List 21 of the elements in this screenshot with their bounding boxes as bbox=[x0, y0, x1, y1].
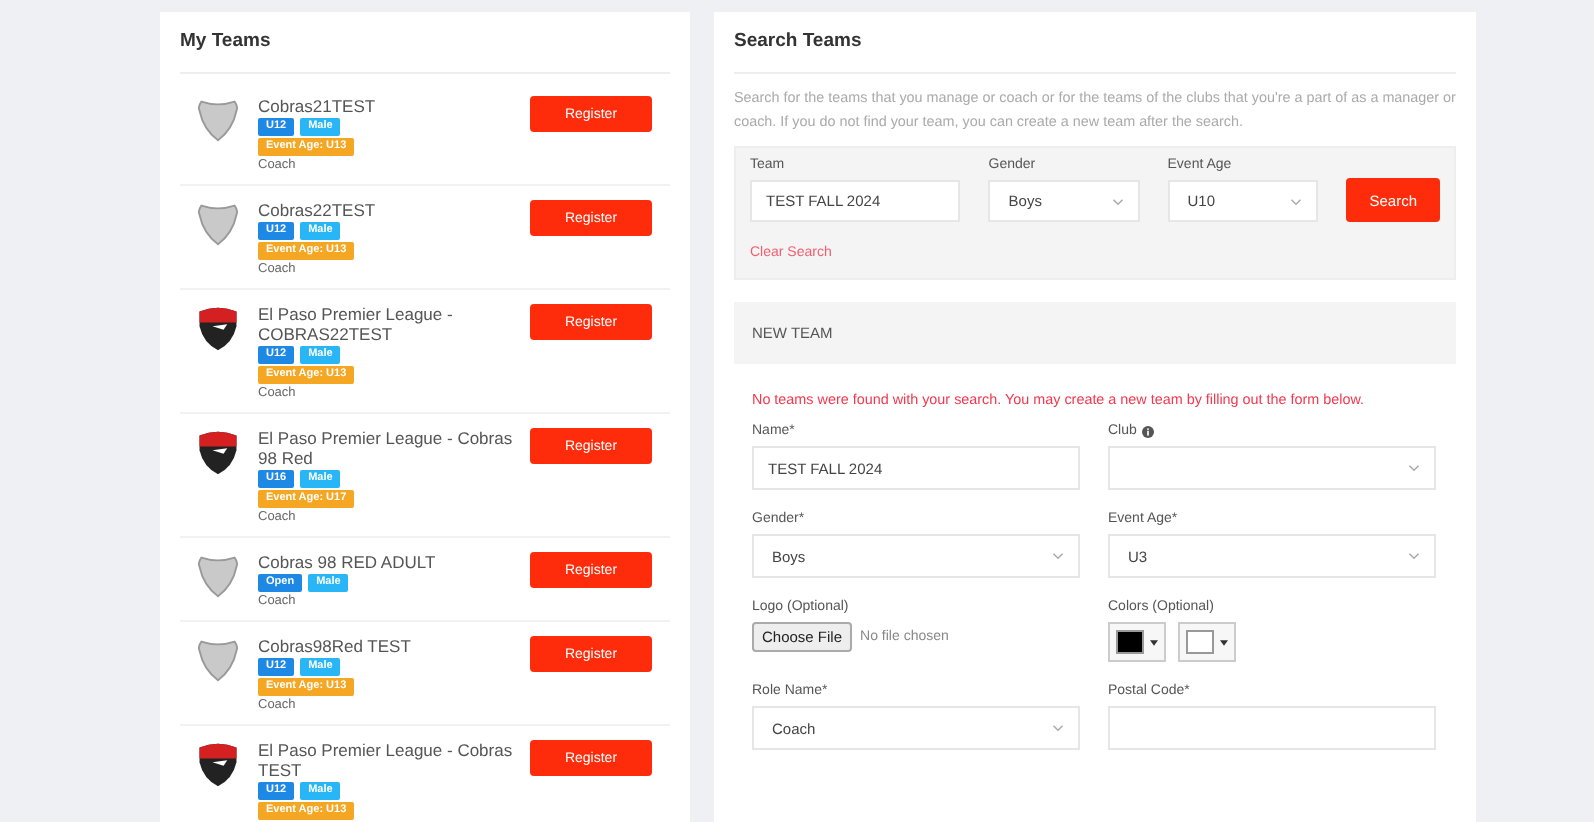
caret-icon bbox=[1220, 639, 1228, 645]
color-picker[interactable] bbox=[1108, 622, 1166, 662]
team-name: Cobras22TEST bbox=[258, 200, 378, 220]
team-name: El Paso Premier League - Cobras 98 Red bbox=[258, 428, 515, 468]
card-title: Search Teams bbox=[734, 12, 1456, 74]
chevron-down-icon bbox=[1052, 552, 1064, 560]
color-picker[interactable] bbox=[1178, 622, 1236, 662]
team-name: Cobras98Red TEST bbox=[258, 636, 413, 656]
chevron-down-icon bbox=[1111, 197, 1124, 205]
chevron-down-icon bbox=[1052, 724, 1064, 732]
chevron-down-icon bbox=[1290, 197, 1303, 205]
team-name: El Paso Premier League - COBRAS22TEST bbox=[258, 304, 455, 344]
caret-icon bbox=[1150, 639, 1158, 645]
info-icon bbox=[1142, 426, 1155, 438]
chevron-down-icon bbox=[1408, 464, 1420, 472]
chevron-down-icon bbox=[1408, 552, 1420, 560]
postal-code-field[interactable] bbox=[1108, 706, 1436, 750]
team-name: El Paso Premier League - Cobras TEST bbox=[258, 740, 515, 780]
team-name: Cobras21TEST bbox=[258, 96, 378, 116]
card-title: My Teams bbox=[180, 12, 670, 74]
team-name: Cobras 98 RED ADULT bbox=[258, 552, 438, 572]
